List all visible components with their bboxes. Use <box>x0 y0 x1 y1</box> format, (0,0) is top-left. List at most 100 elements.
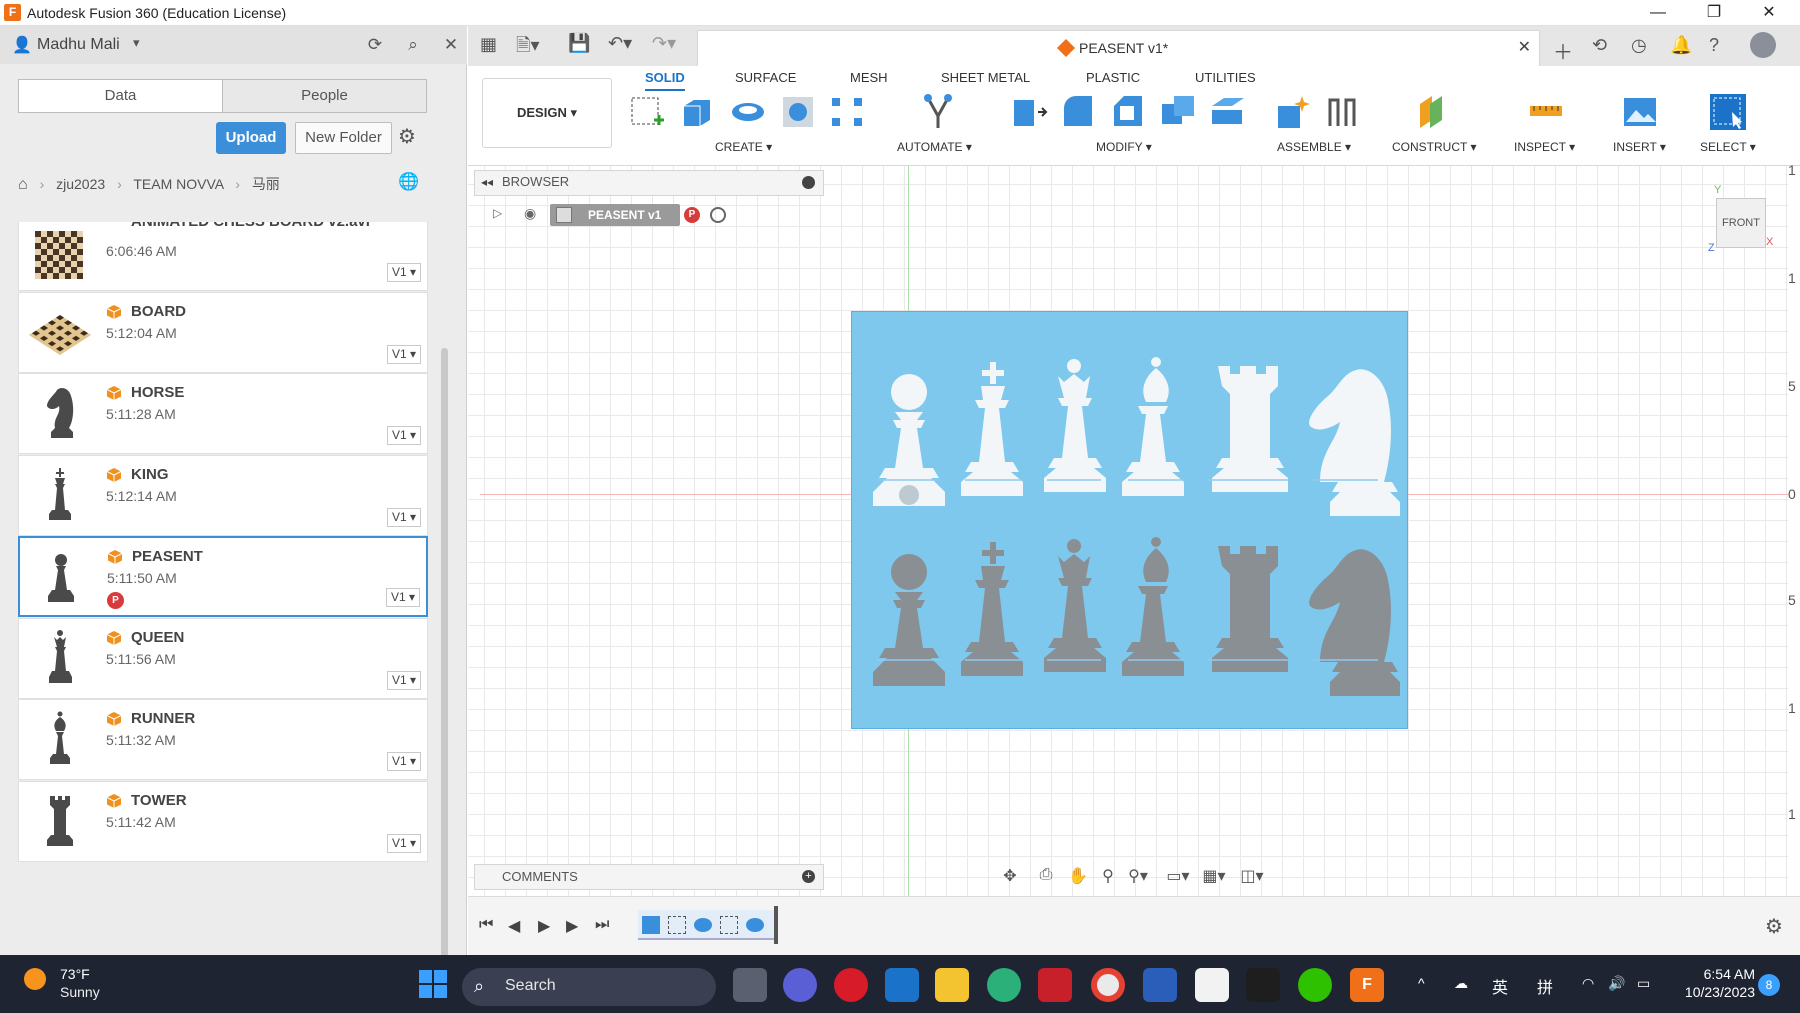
file-explorer-icon[interactable] <box>935 968 969 1002</box>
battery-icon[interactable]: ▭ <box>1637 975 1650 992</box>
tab-solid[interactable]: SOLID <box>645 70 685 91</box>
automate-icon[interactable] <box>918 92 958 132</box>
tab-mesh[interactable]: MESH <box>850 70 888 85</box>
automate-menu[interactable]: AUTOMATE ▾ <box>897 140 972 154</box>
maximize-button[interactable]: ❐ <box>1696 1 1732 25</box>
timeline-marker[interactable] <box>774 906 778 944</box>
save-icon[interactable]: 💾 <box>568 33 590 54</box>
chrome-icon[interactable] <box>1091 968 1125 1002</box>
browser-minimize-icon[interactable] <box>802 176 815 189</box>
expand-tree-icon[interactable]: ▷ <box>493 206 502 220</box>
timeline-sketch-icon[interactable] <box>720 916 738 934</box>
volume-icon[interactable]: 🔊 <box>1608 975 1625 992</box>
timeline-settings-gear-icon[interactable]: ⚙ <box>1765 914 1783 939</box>
upload-button[interactable]: Upload <box>216 122 286 154</box>
list-item[interactable]: RUNNER 5:11:32 AM V1 ▾ <box>18 699 428 780</box>
version-dropdown[interactable]: V1 ▾ <box>386 588 420 607</box>
measure-icon[interactable] <box>1526 92 1566 132</box>
activate-component-icon[interactable] <box>710 207 726 223</box>
task-view-icon[interactable] <box>733 968 767 1002</box>
timeline-sketch-icon[interactable] <box>668 916 686 934</box>
insert-menu[interactable]: INSERT ▾ <box>1613 140 1666 154</box>
create-sketch-icon[interactable] <box>628 92 668 132</box>
search-icon[interactable]: ⌕ <box>400 32 426 58</box>
tab-sheet-metal[interactable]: SHEET METAL <box>941 70 1030 85</box>
display-settings-icon[interactable]: ▭▾ <box>1166 866 1190 888</box>
version-dropdown[interactable]: V1 ▾ <box>387 752 421 771</box>
acrobat-icon[interactable] <box>1038 968 1072 1002</box>
list-item[interactable]: TOWER 5:11:42 AM V1 ▾ <box>18 780 428 862</box>
outlook-icon[interactable] <box>885 968 919 1002</box>
zoom-icon[interactable]: ⚲ <box>1096 866 1120 888</box>
new-tab-icon[interactable]: ＋ <box>1553 36 1573 65</box>
tab-utilities[interactable]: UTILITIES <box>1195 70 1256 85</box>
new-component-icon[interactable] <box>1272 92 1312 132</box>
look-at-icon[interactable]: ⎙ <box>1034 866 1058 888</box>
settings-gear-icon[interactable]: ⚙ <box>398 124 416 149</box>
joint-icon[interactable] <box>1322 92 1362 132</box>
list-item[interactable]: PEASENT 5:11:50 AM P V1 ▾ <box>18 536 428 617</box>
hole-icon[interactable] <box>778 92 818 132</box>
user-name[interactable]: Madhu Mali <box>37 36 120 54</box>
version-dropdown[interactable]: V1 ▾ <box>387 670 421 690</box>
tab-surface[interactable]: SURFACE <box>735 70 796 85</box>
version-dropdown[interactable]: V1 ▾ <box>387 507 421 527</box>
select-menu[interactable]: SELECT ▾ <box>1700 140 1756 154</box>
go-to-end-icon[interactable]: ⏭ <box>595 916 609 934</box>
word-icon[interactable] <box>1143 968 1177 1002</box>
orbit-icon[interactable]: ✥ <box>998 866 1022 888</box>
step-forward-icon[interactable]: ▶ <box>566 916 578 936</box>
wifi-icon[interactable]: ◠ <box>1582 975 1594 992</box>
refresh-icon[interactable]: ⟳ <box>362 32 388 58</box>
avatar[interactable] <box>1750 32 1776 58</box>
revolve-icon[interactable] <box>728 92 768 132</box>
press-pull-icon[interactable] <box>1008 92 1048 132</box>
step-back-icon[interactable]: ◀ <box>508 916 520 936</box>
redo-icon[interactable]: ↷▾ <box>652 33 676 54</box>
close-tab-icon[interactable]: ✕ <box>1518 37 1531 57</box>
file-menu-icon[interactable]: 🗎▾ <box>516 33 540 63</box>
version-dropdown[interactable]: V1 ▾ <box>387 344 421 364</box>
teams-chat-icon[interactable] <box>783 968 817 1002</box>
clock-time[interactable]: 6:54 AM <box>1667 966 1755 982</box>
wechat-icon[interactable] <box>1298 968 1332 1002</box>
combine-icon[interactable] <box>1158 92 1198 132</box>
pattern-icon[interactable] <box>828 92 868 132</box>
timeline-revolve-icon[interactable] <box>694 918 712 932</box>
go-to-start-icon[interactable]: ⏮ <box>479 916 493 934</box>
version-dropdown[interactable]: V1 ▾ <box>387 263 421 282</box>
fusion360-taskbar-icon[interactable]: F <box>1350 968 1384 1002</box>
version-dropdown[interactable]: V1 ▾ <box>387 426 421 445</box>
taskbar-search[interactable]: ⌕ <box>462 968 716 1006</box>
add-comment-icon[interactable]: + <box>802 870 815 883</box>
globe-icon[interactable]: 🌐 <box>398 172 419 192</box>
offset-face-icon[interactable] <box>1208 92 1248 132</box>
weather-temperature[interactable]: 73°F <box>60 966 90 982</box>
version-dropdown[interactable]: V1 ▾ <box>387 833 421 853</box>
grid-settings-icon[interactable]: ▦▾ <box>1202 866 1226 888</box>
tab-people[interactable]: People <box>223 80 426 112</box>
ime-mode[interactable]: 拼 <box>1537 974 1553 998</box>
close-panel-icon[interactable]: ✕ <box>438 32 464 58</box>
list-item[interactable]: QUEEN 5:11:56 AM V1 ▾ <box>18 617 428 699</box>
chevron-down-icon[interactable]: ▾ <box>133 35 140 51</box>
new-folder-button[interactable]: New Folder <box>295 122 392 154</box>
play-icon[interactable]: ▶ <box>538 916 550 936</box>
weather-sun-icon[interactable] <box>24 968 46 990</box>
timeline-revolve-icon[interactable] <box>746 918 764 932</box>
insert-image-icon[interactable] <box>1620 92 1660 132</box>
chevron-up-icon[interactable]: ^ <box>1418 975 1425 991</box>
timeline-features[interactable] <box>638 910 778 940</box>
list-item[interactable]: HORSE 5:11:28 AM V1 ▾ <box>18 373 428 454</box>
list-item[interactable]: ANIMATED CHESS BOARD v2.avi 6:06:46 AM V… <box>18 222 428 291</box>
visibility-eye-icon[interactable]: ◉ <box>524 205 536 222</box>
breadcrumb-item[interactable]: zju2023 <box>56 176 105 192</box>
notifications-icon[interactable]: 🔔 <box>1670 35 1692 56</box>
select-icon[interactable] <box>1708 92 1748 132</box>
job-status-icon[interactable]: ◷ <box>1631 35 1647 56</box>
opera-icon[interactable] <box>834 968 868 1002</box>
viewports-icon[interactable]: ◫▾ <box>1240 866 1264 888</box>
sketch-plane[interactable] <box>851 311 1408 729</box>
minimize-button[interactable]: — <box>1640 1 1676 25</box>
windows-start-icon[interactable] <box>419 970 447 998</box>
